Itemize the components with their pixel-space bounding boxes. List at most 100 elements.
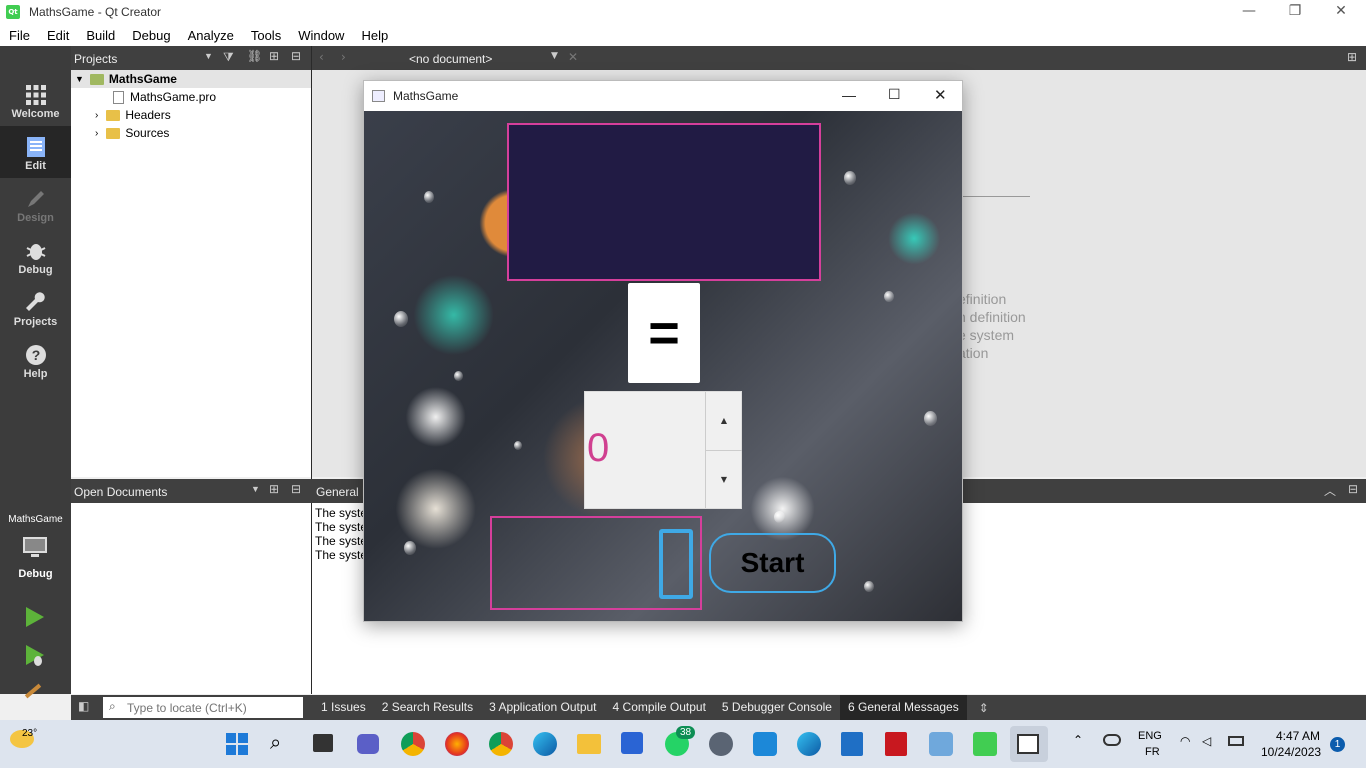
close-pane-icon[interactable]: ⊟ — [291, 49, 301, 63]
mode-welcome[interactable]: Welcome — [0, 74, 71, 126]
close-pane-icon[interactable]: ⊟ — [1348, 482, 1358, 496]
tab-application-output[interactable]: 3 Application Output — [481, 695, 604, 720]
notepad-icon[interactable] — [841, 732, 863, 756]
chrome-icon[interactable] — [401, 732, 425, 756]
tree-item-pro[interactable]: MathsGame.pro — [113, 88, 216, 106]
split-icon[interactable]: ⊞ — [1347, 50, 1357, 64]
document-selector[interactable]: <no document> — [409, 52, 492, 66]
close-button[interactable]: ✕ — [934, 86, 947, 104]
open-documents-header: Open Documents ▼ ⊞ ⊟ — [71, 479, 312, 503]
task-view-icon[interactable] — [313, 734, 333, 752]
run-icon[interactable] — [24, 606, 46, 628]
menu-build[interactable]: Build — [77, 28, 123, 43]
back-arrow-icon[interactable]: ‹ — [319, 50, 324, 64]
open-documents-title: Open Documents — [74, 485, 168, 499]
mode-label: Debug — [18, 264, 53, 276]
sidebar-toggle-icon[interactable]: ◧ — [78, 699, 89, 713]
answer-spinbox[interactable]: 0 ▲ ▼ — [584, 391, 742, 509]
store-icon[interactable] — [621, 732, 643, 754]
clock-date[interactable]: 10/24/2023 — [1261, 745, 1321, 759]
clock-time[interactable]: 4:47 AM — [1276, 729, 1320, 743]
maximize-button[interactable]: ☐ — [888, 86, 901, 103]
acrobat-icon[interactable] — [885, 732, 907, 756]
spin-up-button[interactable]: ▲ — [705, 392, 742, 450]
equation-display — [507, 123, 821, 281]
menu-tools[interactable]: Tools — [242, 28, 289, 43]
chevron-up-icon[interactable]: ⌃ — [1073, 733, 1083, 747]
language-layout[interactable]: FR — [1145, 746, 1160, 758]
debug-run-icon[interactable] — [24, 644, 46, 668]
edge-icon[interactable] — [533, 732, 557, 756]
monitor-icon[interactable] — [22, 536, 48, 560]
hint-line: n definition — [958, 309, 1026, 325]
tab-general-messages[interactable]: 6 General Messages — [839, 695, 967, 720]
tab-search-results[interactable]: 2 Search Results — [374, 695, 481, 720]
filter-icon[interactable]: ⧩ — [223, 50, 234, 65]
menu-edit[interactable]: Edit — [38, 28, 77, 43]
restore-button[interactable]: ❐ — [1272, 0, 1318, 24]
volume-icon[interactable]: ◁ — [1202, 734, 1211, 748]
firefox-icon[interactable] — [445, 732, 469, 756]
wrench-icon — [25, 292, 45, 311]
settings-gear-icon[interactable] — [709, 732, 733, 756]
spinbox-value[interactable]: 0 — [587, 426, 609, 471]
tab-issues[interactable]: 1 Issues — [313, 695, 374, 720]
notification-badge[interactable]: 1 — [1330, 737, 1345, 752]
window-titlebar: Qt MathsGame - Qt Creator — ❐ ✕ — [0, 0, 1366, 24]
tree-item-label: Headers — [125, 108, 171, 122]
expand-updown-icon[interactable]: ⇕ — [979, 701, 989, 715]
battery-icon[interactable] — [1228, 736, 1244, 746]
split-icon[interactable]: ⊞ — [269, 49, 279, 63]
link-icon[interactable]: ⛓ — [247, 49, 262, 63]
start-button[interactable]: Start — [709, 533, 836, 593]
mode-projects[interactable]: Projects — [0, 282, 71, 334]
forward-arrow-icon[interactable]: › — [341, 50, 346, 64]
edge-icon-2[interactable] — [797, 732, 821, 756]
chevron-down-icon[interactable]: ▼ — [204, 51, 213, 61]
close-button[interactable]: ✕ — [1318, 0, 1364, 24]
chevron-down-icon[interactable]: ▼ — [251, 484, 260, 494]
mode-help[interactable]: ? Help — [0, 334, 71, 386]
locator-input[interactable] — [103, 697, 303, 718]
close-document-icon[interactable]: ✕ — [568, 50, 578, 64]
menu-analyze[interactable]: Analyze — [179, 28, 242, 43]
app-icon — [372, 90, 385, 102]
language-code[interactable]: ENG — [1138, 730, 1162, 742]
close-pane-icon[interactable]: ⊟ — [291, 482, 301, 496]
mode-design[interactable]: Design — [0, 178, 71, 230]
split-icon[interactable]: ⊞ — [269, 482, 279, 496]
chevron-up-icon[interactable]: ︿ — [1324, 482, 1336, 499]
mode-label: Design — [17, 212, 54, 224]
onedrive-icon[interactable] — [1103, 734, 1121, 746]
minimize-button[interactable]: — — [1226, 0, 1272, 24]
build-hammer-icon[interactable] — [22, 680, 46, 702]
tree-item-root[interactable]: ▼ MathsGame — [71, 70, 311, 88]
chevron-down-icon[interactable]: ▼ — [551, 51, 558, 61]
tree-item-sources[interactable]: › Sources — [95, 124, 169, 142]
vscode-icon[interactable] — [753, 732, 777, 756]
mode-edit[interactable]: Edit — [0, 126, 71, 178]
qt-logo-icon: Qt — [6, 5, 20, 19]
menu-window[interactable]: Window — [289, 28, 352, 43]
tree-item-headers[interactable]: › Headers — [95, 106, 171, 124]
wifi-icon[interactable]: ◠ — [1180, 734, 1190, 748]
whatsapp-badge: 38 — [676, 726, 696, 739]
menu-file[interactable]: File — [0, 28, 38, 43]
search-icon[interactable]: ⌕ — [270, 730, 281, 754]
app-icon[interactable] — [929, 732, 953, 756]
qt-creator-taskbar-icon[interactable] — [973, 732, 997, 756]
menu-help[interactable]: Help — [352, 28, 396, 43]
teams-icon[interactable] — [357, 734, 379, 754]
tab-compile-output[interactable]: 4 Compile Output — [605, 695, 714, 720]
mode-debug[interactable]: Debug — [0, 230, 71, 282]
minimize-button[interactable]: — — [842, 87, 856, 103]
file-explorer-icon[interactable] — [577, 734, 601, 754]
tab-debugger-console[interactable]: 5 Debugger Console — [714, 695, 840, 720]
menu-debug[interactable]: Debug — [123, 28, 178, 43]
chrome-icon-2[interactable] — [489, 732, 513, 756]
windows-start-icon[interactable] — [226, 733, 248, 755]
pro-file-icon — [113, 90, 124, 104]
spin-down-button[interactable]: ▼ — [705, 450, 742, 508]
windows-taskbar: 23° ⌕ 38 ⌃ ENG FR ◠ ◁ 4:47 AM 10/24/2023… — [0, 720, 1366, 768]
pen-icon — [27, 191, 44, 207]
